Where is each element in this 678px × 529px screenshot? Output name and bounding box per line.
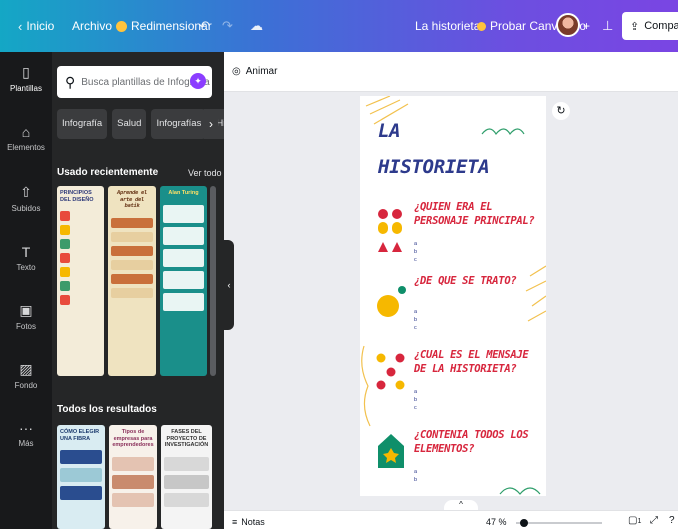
- search-input[interactable]: ⚲ Busca plantillas de Infografía ✦: [57, 66, 212, 98]
- redo-button[interactable]: ↷: [222, 0, 233, 52]
- help-icon[interactable]: ?: [669, 515, 675, 526]
- rail-item-more[interactable]: ··· Más: [0, 420, 52, 448]
- templates-panel: ⚲ Busca plantillas de Infografía ✦ Infog…: [52, 52, 224, 529]
- bar-chart-icon: ⊥: [602, 18, 614, 33]
- question-4[interactable]: ¿CONTENIA TODOS LOS ELEMENTOS?: [414, 428, 542, 456]
- recent-section-title: Usado recientemente: [57, 167, 159, 178]
- template-thumbnail[interactable]: Aprende el arte del batik: [108, 186, 156, 376]
- notes-icon: ≡: [232, 517, 238, 527]
- refresh-icon[interactable]: ↻: [552, 102, 570, 120]
- question-2[interactable]: ¿DE QUE SE TRATO?: [414, 274, 542, 288]
- template-thumbnail[interactable]: FASES DEL PROYECTO DE INVESTIGACIÓN: [161, 425, 212, 529]
- shape-cluster-icon: [378, 209, 402, 252]
- crown-icon: [477, 21, 486, 31]
- zoom-slider-handle[interactable]: [520, 519, 528, 527]
- home-button[interactable]: ‹ Inicio: [18, 0, 54, 52]
- rail-item-background[interactable]: ▨ Fondo: [0, 361, 52, 390]
- chip-salud[interactable]: Salud: [112, 109, 147, 139]
- magic-icon[interactable]: ✦: [190, 73, 206, 89]
- rail-item-photos[interactable]: ▣ Fotos: [0, 302, 52, 331]
- rail-item-text[interactable]: T Texto: [0, 244, 52, 272]
- redo-icon: ↷: [222, 18, 233, 33]
- template-thumbnail[interactable]: PRINCIPIOS DEL DISEÑO: [57, 186, 104, 376]
- rail-item-uploads[interactable]: ⇧ Subidos: [0, 184, 52, 213]
- see-all-link[interactable]: Ver todo: [188, 168, 222, 178]
- notes-button[interactable]: ≡ Notas: [232, 517, 265, 527]
- chevron-left-icon: ‹: [227, 280, 231, 290]
- question-3-options[interactable]: a b c: [414, 388, 417, 412]
- results-section-title: Todos los resultados: [57, 404, 157, 415]
- left-rail: ▯ Plantillas ⌂ Elementos ⇧ Subidos T Tex…: [0, 52, 52, 529]
- invite-button[interactable]: +: [583, 0, 590, 52]
- avatar[interactable]: [556, 13, 580, 37]
- collapse-panel-button[interactable]: ‹: [224, 240, 234, 330]
- document-title[interactable]: La historieta: [415, 0, 480, 52]
- question-3[interactable]: ¿CUAL ES EL MENSAJE DE LA HISTORIETA?: [414, 348, 542, 376]
- cloud-check-icon: ☁: [250, 18, 263, 33]
- template-thumbnail[interactable]: CÓMO ELEGIR UNA FIBRA: [57, 425, 105, 529]
- rail-item-templates[interactable]: ▯ Plantillas: [0, 64, 52, 93]
- template-thumbnail[interactable]: [210, 186, 216, 376]
- resize-button[interactable]: Redimensionar: [116, 0, 212, 52]
- text-icon: T: [21, 244, 31, 260]
- photos-icon: ▣: [19, 302, 33, 318]
- filter-chips: Infografía Salud Infografías Historia: [57, 109, 224, 139]
- template-thumbnail[interactable]: Alan Turing: [160, 186, 207, 376]
- chevron-left-icon: ‹: [18, 18, 23, 34]
- question-4-options[interactable]: a b: [414, 468, 417, 484]
- zoom-slider[interactable]: [516, 519, 602, 527]
- template-thumbnail[interactable]: Tipos de empresas para emprendedores: [109, 425, 157, 529]
- chip-infografias[interactable]: Infografías: [151, 109, 207, 139]
- chip-infografia[interactable]: Infografía: [57, 109, 108, 139]
- dots-shape-icon: [376, 353, 405, 390]
- chevron-up-icon: ^: [459, 500, 463, 509]
- fullscreen-icon[interactable]: ⤢: [650, 515, 658, 526]
- more-icon: ···: [19, 420, 33, 436]
- zoom-level[interactable]: 47 %: [486, 517, 507, 527]
- undo-icon: ↶: [199, 18, 210, 33]
- crown-icon: [116, 20, 127, 32]
- templates-icon: ▯: [22, 64, 30, 80]
- bottom-bar: ≡ Notas 47 % ▢1 ⤢ ?: [224, 510, 678, 529]
- circle-shape-icon: [377, 286, 406, 317]
- upload-icon: ⇪: [630, 20, 640, 33]
- rail-item-elements[interactable]: ⌂ Elementos: [0, 124, 52, 152]
- search-icon: ⚲: [65, 73, 76, 90]
- upload-icon: ⇧: [20, 184, 32, 200]
- page-title-line-2[interactable]: HISTORIETA: [378, 156, 490, 178]
- design-page[interactable]: LA HISTORIETA ¿QUIEN ERA EL PERSONAJE PR…: [360, 96, 546, 496]
- elements-icon: ⌂: [21, 124, 31, 140]
- animate-icon: ◎: [232, 66, 241, 77]
- chevron-right-icon[interactable]: ›: [204, 109, 218, 139]
- insights-button[interactable]: ⊥: [602, 0, 613, 52]
- house-shape-icon: [378, 434, 404, 468]
- undo-button[interactable]: ↶: [199, 0, 210, 52]
- file-menu[interactable]: Archivo: [72, 0, 112, 52]
- save-status-button[interactable]: ☁: [250, 0, 263, 52]
- animate-button[interactable]: ◎ Animar: [224, 52, 678, 92]
- page-count-button[interactable]: ▢1: [628, 515, 641, 526]
- background-icon: ▨: [19, 361, 33, 377]
- question-2-options[interactable]: a b c: [414, 308, 417, 332]
- top-bar: ‹ Inicio Archivo Redimensionar ↶ ↷ ☁ La …: [0, 0, 678, 52]
- question-1-options[interactable]: a b c: [414, 240, 417, 264]
- share-button[interactable]: ⇪ Compartir: [622, 12, 678, 40]
- page-title-line-1[interactable]: LA: [378, 120, 401, 142]
- question-1[interactable]: ¿QUIEN ERA EL PERSONAJE PRINCIPAL?: [414, 200, 542, 228]
